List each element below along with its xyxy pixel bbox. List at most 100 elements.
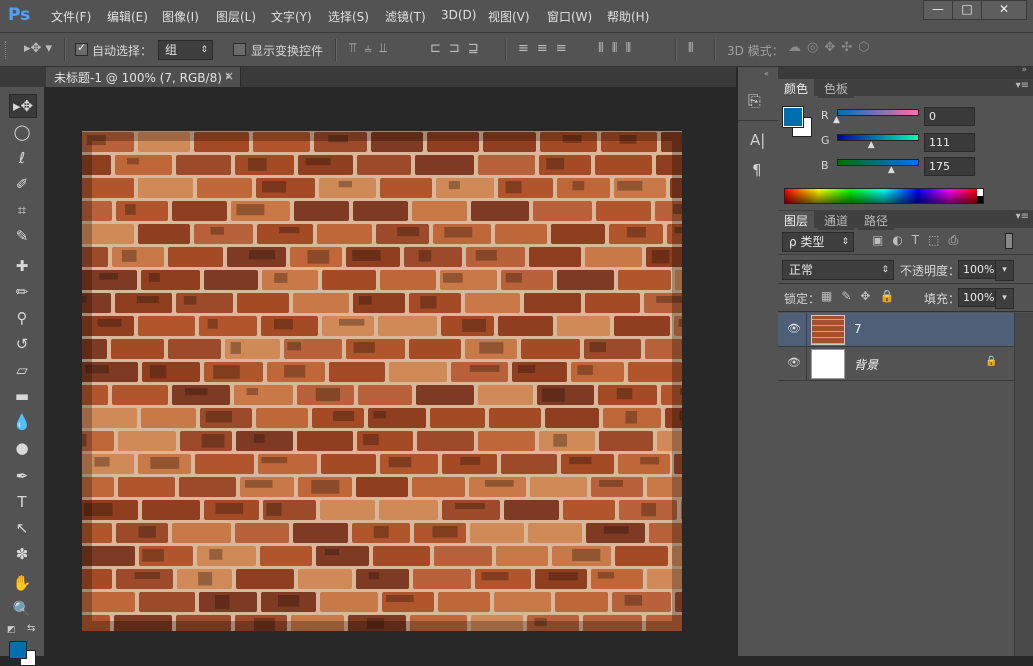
collapse-icon[interactable]: « [764,69,769,78]
tab-paths[interactable]: 路径 [858,211,894,230]
channel-b-input[interactable]: 175 [924,157,975,176]
paragraph-panel-icon[interactable]: ¶ [752,161,762,179]
menu-file[interactable]: 文件(F) [51,8,91,25]
fill-input[interactable]: 100% [958,288,998,307]
lock-option-icons[interactable]: ▦✎✥🔒 [821,289,903,303]
zoom-tool-icon[interactable]: 🔍 [9,598,35,620]
type-tool-icon[interactable]: T [9,491,35,513]
layer-row[interactable]: 👁 7 [778,313,1014,347]
quick-select-tool-icon[interactable]: ✐ [9,173,35,195]
auto-align-icon[interactable]: ⫴ [688,41,693,56]
eraser-tool-icon[interactable]: ▱ [9,359,35,381]
foreground-color-swatch[interactable] [9,641,27,659]
brush-tool-icon[interactable]: ✏ [9,281,35,303]
layer-filter-icons[interactable]: ▣◐T⬚⎙ [872,233,967,248]
panel-menu-icon[interactable]: ▾≡ [1016,211,1029,222]
fill-dropdown-button[interactable]: ▾ [995,288,1014,309]
collapse-icon[interactable]: » [1021,65,1027,75]
3d-orbit-icons[interactable]: ☁◎✥✣⬡ [788,40,875,55]
channel-r-thumb[interactable]: ▲ [833,115,840,125]
opacity-dropdown-button[interactable]: ▾ [995,260,1014,281]
menu-select[interactable]: 选择(S) [328,8,369,25]
layer-name[interactable]: 背景 [854,356,878,373]
move-tool-preset-icon[interactable]: ▸✥ ▾ [24,41,52,56]
blur-tool-icon[interactable]: 💧 [9,411,35,433]
shape-tool-icon[interactable]: ✽ [9,543,35,565]
panel-icon-strip: « ⎘ A| ¶ [737,67,779,656]
layer-name[interactable]: 7 [854,322,862,336]
channel-b-thumb[interactable]: ▲ [888,165,895,175]
opacity-input[interactable]: 100% [958,260,998,279]
brick-wall-image[interactable] [82,131,682,631]
history-panel-icon[interactable]: ⎘ [748,91,761,111]
channel-b-slider[interactable] [837,159,919,166]
history-brush-icon[interactable]: ↺ [9,333,35,355]
menu-filter[interactable]: 滤镜(T) [385,8,426,25]
channel-g-thumb[interactable]: ▲ [868,140,875,150]
checkmark-icon: ✓ [77,41,86,54]
path-select-icon[interactable]: ↖ [9,517,35,539]
menu-type[interactable]: 文字(Y) [271,8,312,25]
menu-3d[interactable]: 3D(D) [441,8,476,22]
layer-row[interactable]: 👁 背景 🔒 [778,347,1014,381]
eye-icon[interactable]: 👁 [787,356,801,369]
divider [64,39,66,61]
channel-g-slider[interactable] [837,134,919,141]
tab-swatches[interactable]: 色板 [818,79,854,98]
tab-channels[interactable]: 通道 [818,211,854,230]
marquee-tool-icon[interactable]: ◯ [9,121,35,143]
eye-icon[interactable]: 👁 [787,322,801,335]
menu-layer[interactable]: 图层(L) [216,8,256,25]
color-panel-foreground[interactable] [783,107,803,127]
healing-brush-icon[interactable]: ✚ [9,255,35,277]
divider [335,39,337,61]
menu-edit[interactable]: 编辑(E) [107,8,148,25]
move-tool-icon[interactable]: ▸✥ [9,94,37,118]
close-button[interactable]: ✕ [981,0,1027,20]
distribute-horizontal-icons[interactable]: ⦀⦀⦀ [598,41,639,56]
channel-r-label: R [821,109,829,122]
maximize-button[interactable]: □ [952,0,982,20]
hand-tool-icon[interactable]: ✋ [9,572,35,594]
channel-r-slider[interactable] [837,109,919,116]
menu-image[interactable]: 图像(I) [162,8,199,25]
lock-icon: 🔒 [985,356,997,367]
eyedropper-tool-icon[interactable]: ✎ [9,225,35,247]
layers-scrollbar[interactable] [1014,313,1033,656]
dodge-tool-icon[interactable]: ● [9,437,35,459]
stamp-tool-icon[interactable]: ⚲ [9,307,35,329]
channel-g-label: G [821,134,830,147]
blend-mode-dropdown[interactable]: 正常 ⇕ [782,260,894,280]
lasso-tool-icon[interactable]: ℓ [9,147,35,169]
crop-tool-icon[interactable]: ⌗ [9,199,35,221]
minimize-button[interactable]: — [923,0,953,20]
show-transform-checkbox[interactable] [233,43,246,56]
right-panel: » 颜色 色板 ▾≡ R ▲ 0 G ▲ 111 B ▲ 175 图层 通道 路… [778,67,1033,656]
distribute-vertical-icons[interactable]: ≡≡≡ [518,41,575,56]
menu-window[interactable]: 窗口(W) [547,8,592,25]
auto-select-label: 自动选择： [92,42,152,59]
menu-view[interactable]: 视图(V) [488,8,530,25]
document-tab[interactable]: 未标题-1 @ 100% (7, RGB/8) * × [46,67,241,87]
channel-g-input[interactable]: 111 [924,133,975,152]
default-colors-icon[interactable]: ◩ [7,625,16,635]
divider [778,311,1033,312]
gradient-tool-icon[interactable]: ▬ [9,385,35,407]
color-spectrum-ramp[interactable] [784,188,984,204]
menu-help[interactable]: 帮助(H) [607,8,649,25]
layer-filter-dropdown[interactable]: ρ 类型 ⇕ [782,232,854,252]
swap-colors-icon[interactable]: ⇆ [27,623,35,634]
align-icons[interactable]: ⫪⫨⫫ [349,41,395,56]
panel-menu-icon[interactable]: ▾≡ [1016,80,1029,91]
dropdown-arrows-icon: ⇕ [200,41,208,59]
align-horizontal-icons[interactable]: ⊏⊐⊒ [430,41,487,56]
auto-select-target-dropdown[interactable]: 组 ⇕ [158,40,213,60]
pen-tool-icon[interactable]: ✒ [9,465,35,487]
tab-close-icon[interactable]: × [224,69,234,83]
tab-color[interactable]: 颜色 [778,79,814,98]
character-panel-icon[interactable]: A| [750,131,765,149]
auto-select-checkbox[interactable]: ✓ [75,43,88,56]
channel-r-input[interactable]: 0 [924,107,975,126]
filter-toggle[interactable] [1005,233,1013,249]
tab-layers[interactable]: 图层 [778,211,814,230]
